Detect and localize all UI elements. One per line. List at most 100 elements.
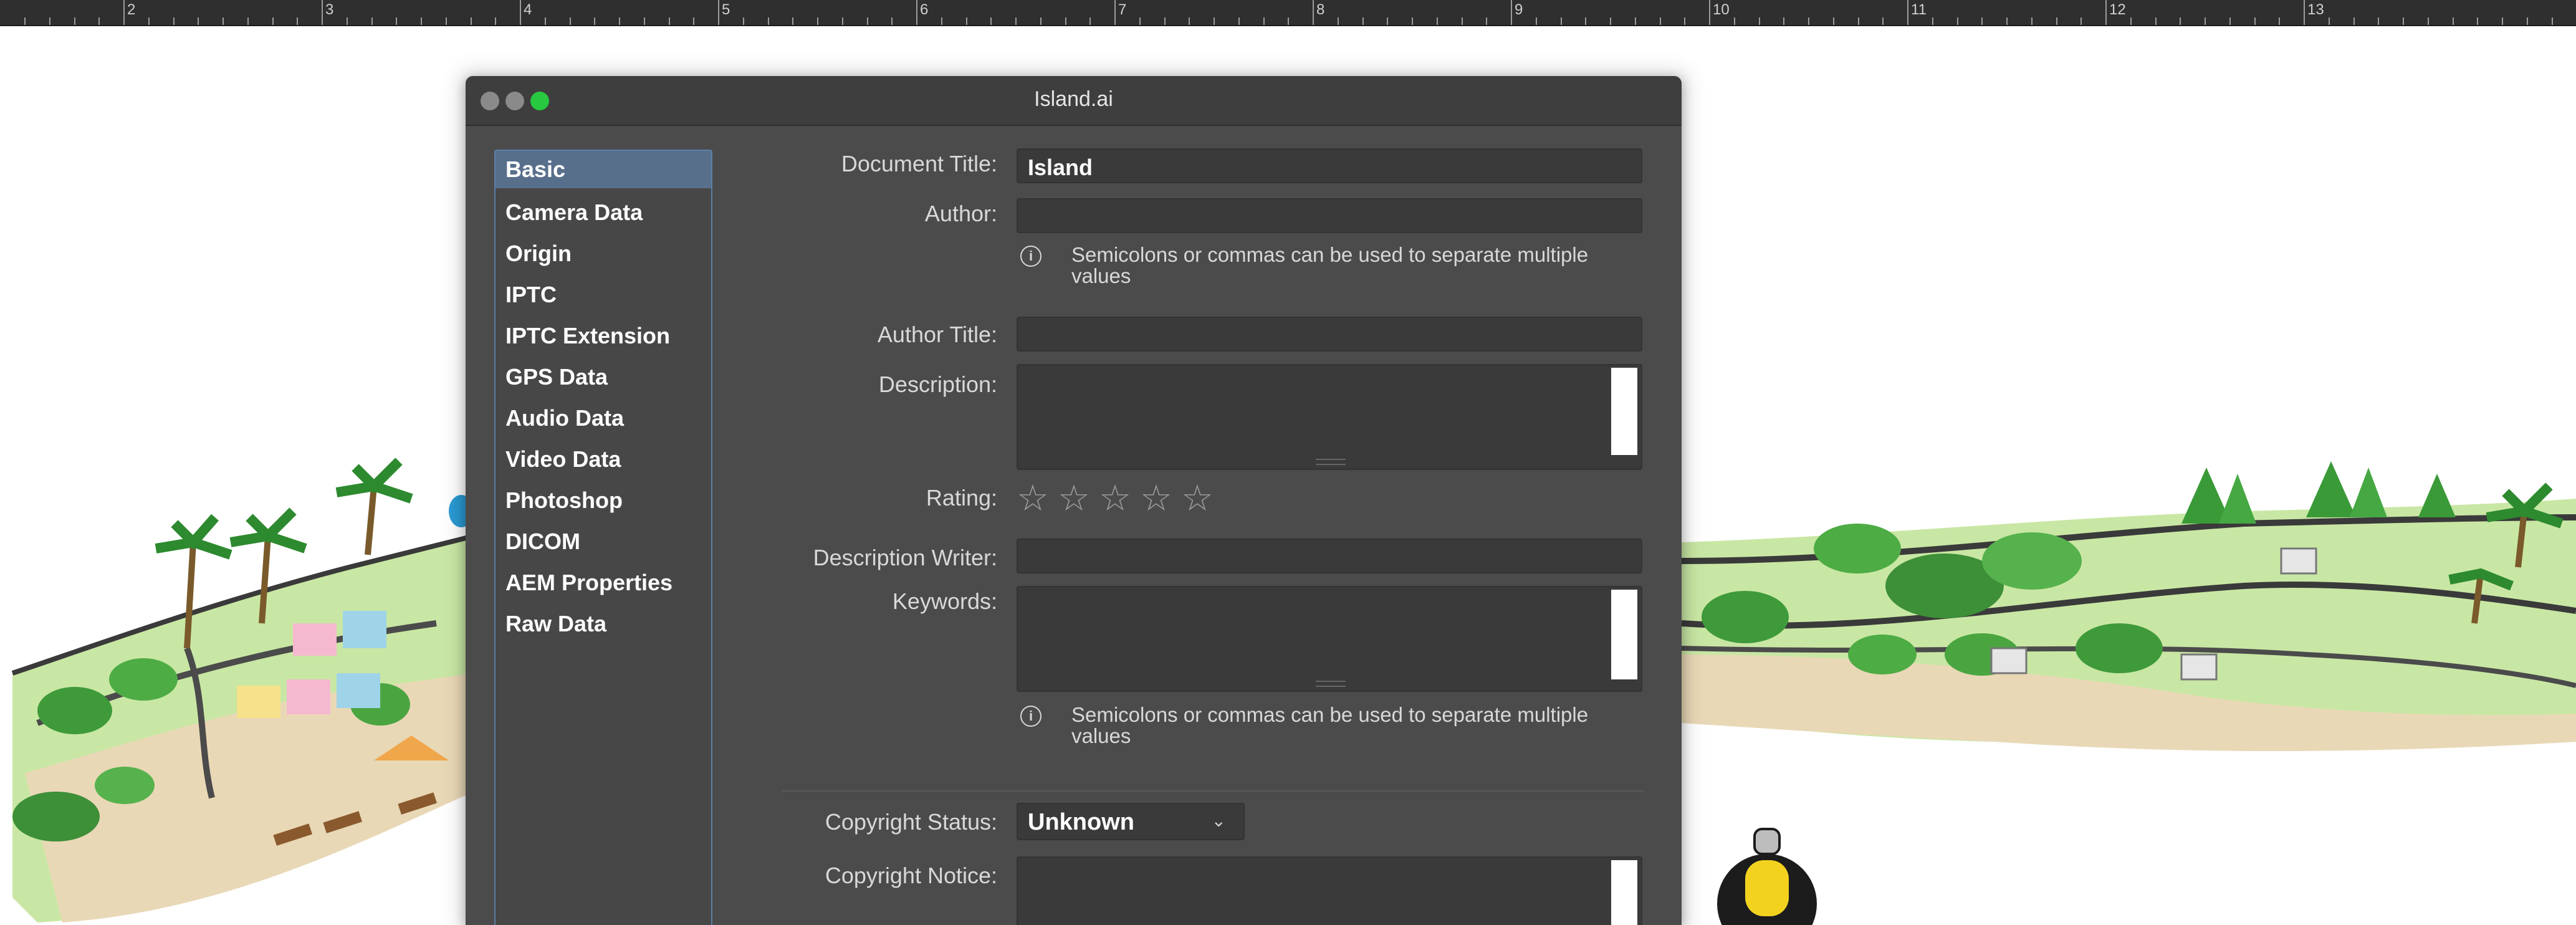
ruler-minor-tick — [941, 17, 942, 25]
star-icon[interactable]: ☆ — [1058, 480, 1090, 517]
ruler-minor-tick — [2477, 17, 2478, 25]
copyright-status-label: Copyright Status: — [825, 809, 997, 835]
ruler-number: 9 — [1515, 1, 1523, 18]
ruler-minor-tick — [2254, 17, 2256, 25]
rating-stars[interactable]: ☆ ☆ ☆ ☆ ☆ — [1017, 480, 1222, 517]
ruler-minor-tick — [2502, 17, 2503, 25]
ruler-minor-tick — [1114, 17, 1116, 25]
ruler-minor-tick — [2552, 17, 2553, 25]
keywords-resize-grip[interactable] — [1316, 681, 1346, 687]
author-hint-text: Semicolons or commas can be used to sepa… — [1071, 243, 1589, 287]
ruler-minor-tick — [1684, 17, 1685, 25]
ruler-minor-tick — [990, 17, 992, 25]
ruler-minor-tick — [867, 17, 868, 25]
ruler-minor-tick — [1882, 17, 1884, 25]
description-resize-grip[interactable] — [1316, 459, 1346, 465]
ruler-minor-tick — [347, 17, 348, 25]
ruler-minor-tick — [446, 17, 447, 25]
description-textarea[interactable] — [1017, 364, 1642, 470]
document-title-input[interactable]: Island — [1017, 148, 1642, 183]
ruler-minor-tick — [1238, 17, 1240, 25]
description-scrollbar[interactable] — [1611, 368, 1637, 455]
ruler-minor-tick — [2403, 17, 2404, 25]
author-title-input[interactable] — [1017, 317, 1642, 352]
title-bar[interactable]: Island.ai — [466, 76, 1682, 126]
ruler-minor-tick — [743, 17, 744, 25]
star-icon[interactable]: ☆ — [1140, 480, 1172, 517]
ruler-minor-tick — [1734, 17, 1735, 25]
ruler-number: 12 — [2109, 1, 2126, 18]
horizontal-ruler[interactable]: 2 3 4 5 6 7 8 9 10 11 12 13 — [0, 0, 2576, 26]
copyright-notice-scrollbar[interactable] — [1611, 860, 1637, 925]
document-title-value: Island — [1028, 155, 1093, 180]
sidebar-item-audio-data[interactable]: Audio Data — [496, 398, 711, 439]
star-icon[interactable]: ☆ — [1099, 480, 1131, 517]
ruler-minor-tick — [1387, 17, 1388, 25]
ruler-minor-tick — [1015, 17, 1017, 25]
sidebar-item-camera-data[interactable]: Camera Data — [496, 192, 711, 233]
sidebar-item-photoshop[interactable]: Photoshop — [496, 480, 711, 521]
keywords-textarea[interactable] — [1017, 586, 1642, 692]
sidebar-item-raw-data[interactable]: Raw Data — [496, 603, 711, 645]
ruler-minor-tick — [297, 17, 298, 25]
rating-label: Rating: — [926, 485, 997, 510]
description-writer-input[interactable] — [1017, 539, 1642, 573]
ruler-minor-tick — [2229, 17, 2231, 25]
ruler-minor-tick — [1338, 17, 1339, 25]
ruler-minor-tick — [2353, 17, 2355, 25]
copyright-status-select[interactable]: Unknown ⌄ — [1017, 803, 1245, 840]
ruler-minor-tick — [2378, 17, 2379, 25]
sidebar-item-basic[interactable]: Basic — [496, 151, 711, 188]
ruler-minor-tick — [2205, 17, 2206, 25]
sidebar-item-dicom[interactable]: DICOM — [496, 521, 711, 562]
ruler-minor-tick — [173, 17, 175, 25]
keywords-scrollbar[interactable] — [1611, 590, 1637, 679]
ruler-minor-tick — [718, 17, 719, 25]
ruler-minor-tick — [619, 17, 620, 25]
ruler-minor-tick — [198, 17, 199, 25]
sidebar-item-video-data[interactable]: Video Data — [496, 439, 711, 480]
ruler-minor-tick — [916, 17, 917, 25]
ruler-minor-tick — [817, 17, 818, 25]
category-sidebar: Basic Camera Data Origin IPTC IPTC Extension… — [494, 150, 712, 925]
copyright-notice-textarea[interactable] — [1017, 856, 1642, 925]
star-icon[interactable]: ☆ — [1181, 480, 1214, 517]
ruler-minor-tick — [2304, 17, 2305, 25]
ruler-minor-tick — [1189, 17, 1190, 25]
ruler-minor-tick — [669, 17, 670, 25]
ruler-minor-tick — [396, 17, 397, 25]
ruler-number: 6 — [920, 1, 929, 18]
ruler-minor-tick — [1437, 17, 1438, 25]
ruler-minor-tick — [1709, 17, 1710, 25]
ruler-minor-tick — [1362, 17, 1364, 25]
ruler-number: 10 — [1713, 1, 1730, 18]
sidebar-item-iptc[interactable]: IPTC — [496, 274, 711, 315]
ruler-minor-tick — [1610, 17, 1611, 25]
sidebar-item-aem-properties[interactable]: AEM Properties — [496, 562, 711, 603]
star-icon[interactable]: ☆ — [1017, 480, 1049, 517]
ruler-minor-tick — [1536, 17, 1537, 25]
ruler-minor-tick — [1585, 17, 1586, 25]
ruler-minor-tick — [98, 17, 100, 25]
sidebar-item-origin[interactable]: Origin — [496, 233, 711, 274]
sidebar-item-gps-data[interactable]: GPS Data — [496, 357, 711, 398]
ruler-minor-tick — [1833, 17, 1834, 25]
author-label: Author: — [924, 201, 997, 226]
ruler-number: 2 — [127, 1, 136, 18]
ruler-minor-tick — [1263, 17, 1265, 25]
ruler-minor-tick — [1164, 17, 1166, 25]
ruler-minor-tick — [74, 17, 75, 25]
author-input[interactable] — [1017, 198, 1642, 233]
ruler-minor-tick — [1957, 17, 1958, 25]
sidebar-item-iptc-extension[interactable]: IPTC Extension — [496, 315, 711, 357]
ruler-minor-tick — [842, 17, 843, 25]
ruler-minor-tick — [1288, 17, 1289, 25]
info-icon: i — [1020, 246, 1041, 267]
ruler-minor-tick — [1981, 17, 1983, 25]
ruler-minor-tick — [2130, 17, 2132, 25]
ruler-minor-tick — [371, 17, 373, 25]
ruler-minor-tick — [123, 17, 125, 25]
ruler-minor-tick — [247, 17, 249, 25]
ruler-minor-tick — [792, 17, 793, 25]
description-label: Description: — [878, 371, 997, 397]
